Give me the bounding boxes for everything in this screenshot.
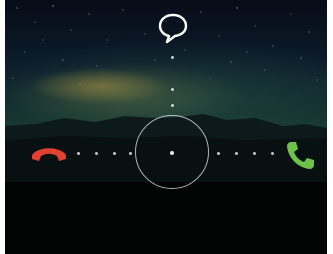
swipe-guide-dot — [217, 152, 220, 155]
swipe-guide-dot — [113, 152, 116, 155]
swipe-guide-dot — [235, 152, 238, 155]
swipe-guide-dot — [171, 56, 174, 59]
swipe-guide-dot — [171, 88, 174, 91]
swipe-guide-dot — [129, 152, 132, 155]
phone-hangup-icon[interactable] — [29, 142, 69, 166]
swipe-guide-dot — [171, 104, 174, 107]
swipe-guide-dot — [253, 152, 256, 155]
phone-answer-icon[interactable] — [285, 140, 315, 170]
chat-bubble-icon[interactable] — [157, 12, 189, 44]
incoming-call-screen — [5, 0, 327, 254]
swipe-guide-dot — [95, 152, 98, 155]
swipe-guide-dot — [77, 152, 80, 155]
slide-handle-center — [170, 151, 174, 155]
swipe-guide-dot — [271, 152, 274, 155]
